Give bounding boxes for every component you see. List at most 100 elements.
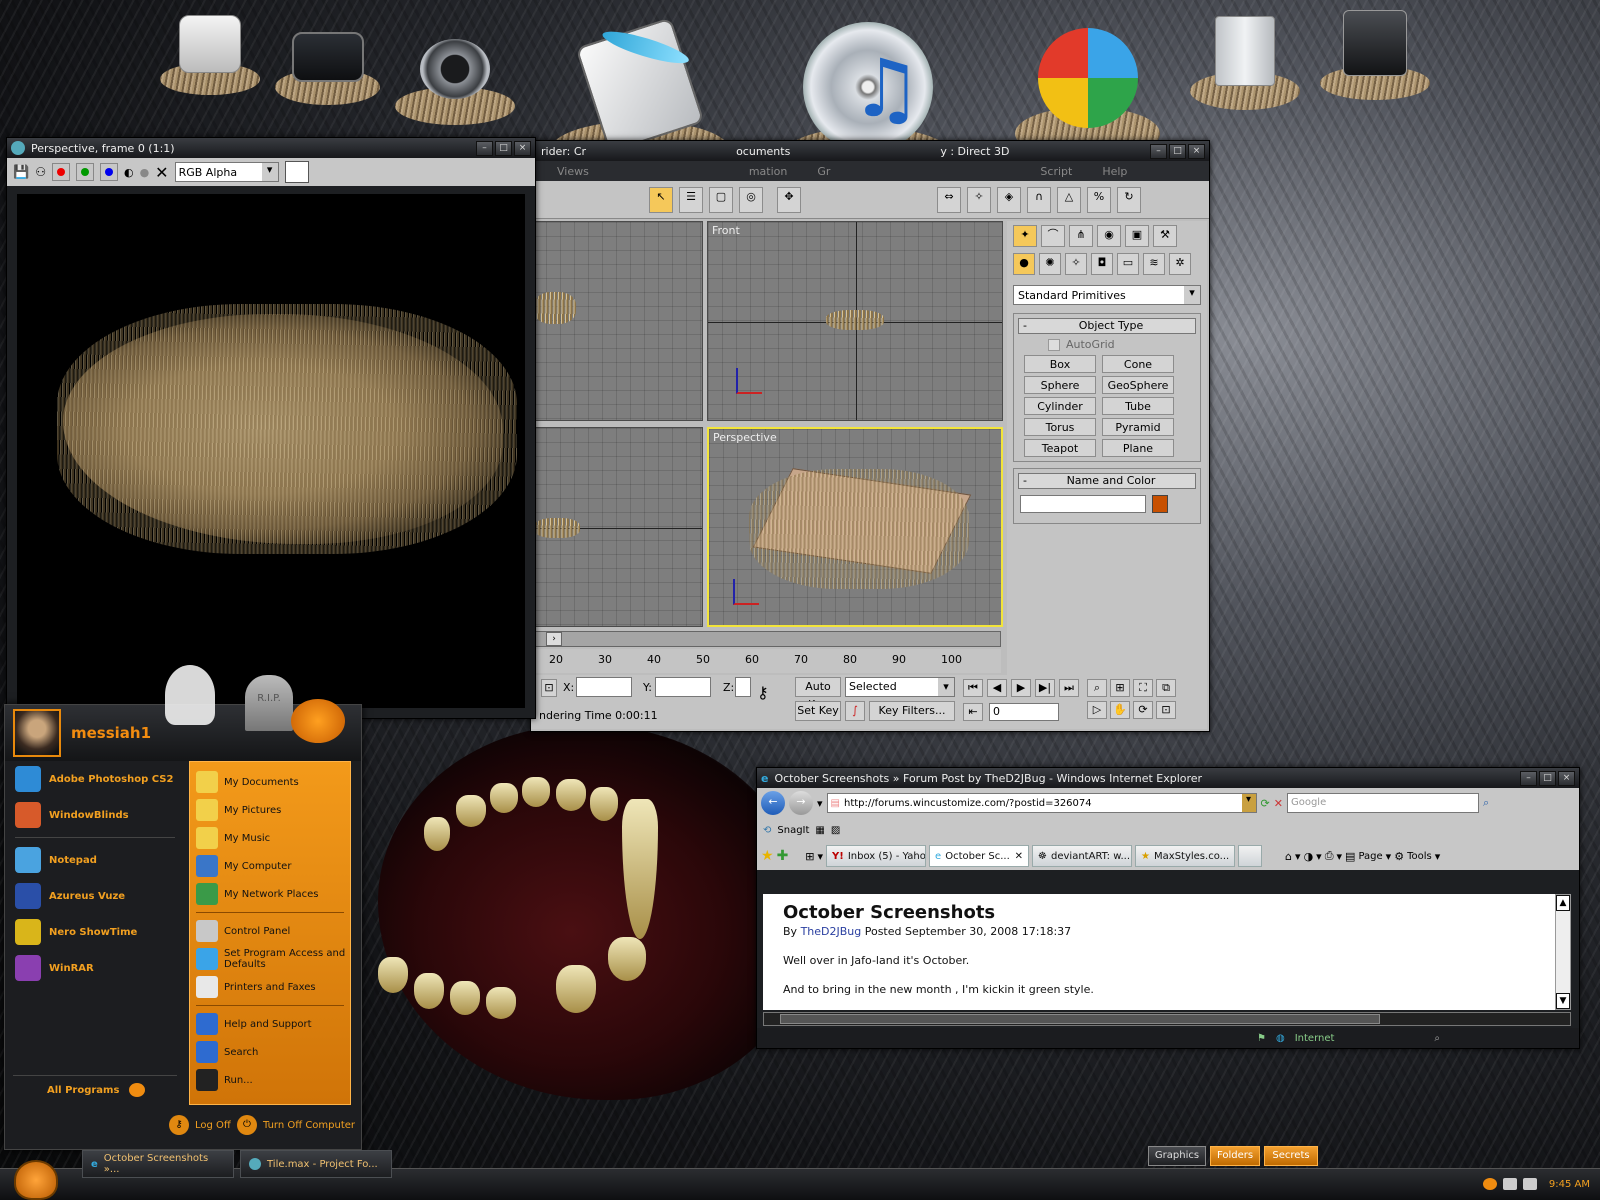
menu-views[interactable]: Views (557, 165, 589, 178)
helpers-icon[interactable]: ▭ (1117, 253, 1139, 275)
chevron-down-icon[interactable]: ▾ (1184, 286, 1200, 304)
start-item-winrar[interactable]: WinRAR (5, 950, 185, 986)
material-editor-icon[interactable]: ◈ (997, 186, 1021, 213)
taskbar-button-ie[interactable]: e October Screenshots »... (82, 1150, 234, 1178)
tools-menu[interactable]: Tools (1407, 851, 1432, 862)
start-right-control-panel[interactable]: Control Panel (190, 917, 350, 945)
primitive-box-button[interactable]: Box (1024, 355, 1096, 373)
percent-snap-icon[interactable]: % (1087, 186, 1111, 213)
ie-titlebar[interactable]: e October Screenshots » Forum Post by Th… (757, 768, 1579, 788)
dock-monitor-icon[interactable] (275, 10, 380, 105)
zoom-all-icon[interactable]: ⊞ (1110, 679, 1130, 697)
maximize-button[interactable]: □ (495, 140, 512, 156)
modify-tab-icon[interactable]: ⌒ (1041, 225, 1065, 247)
all-programs-button[interactable]: All Programs (47, 1083, 146, 1097)
snagit-icon[interactable]: ⟲ (763, 825, 771, 836)
primitive-tube-button[interactable]: Tube (1102, 397, 1174, 415)
time-slider-arrow[interactable]: › (546, 632, 562, 646)
maximize-button[interactable]: □ (1169, 143, 1186, 159)
close-button[interactable]: × (514, 140, 531, 156)
x-coord-input[interactable] (576, 677, 632, 697)
geometry-icon[interactable]: ● (1013, 253, 1035, 275)
lights-icon[interactable]: ✧ (1065, 253, 1087, 275)
object-type-header[interactable]: - Object Type (1018, 318, 1196, 334)
select-by-name-icon[interactable]: ☰ (679, 186, 703, 213)
max-titlebar[interactable]: rider: Cr ocuments y : Direct 3D – □ × (531, 141, 1209, 161)
primitive-cylinder-button[interactable]: Cylinder (1024, 397, 1096, 415)
pan-icon[interactable]: ✋ (1110, 701, 1130, 719)
chevron-down-icon[interactable]: ▾ (1241, 794, 1256, 812)
z-coord-input[interactable] (735, 677, 751, 697)
page-menu[interactable]: Page (1358, 851, 1382, 862)
chevron-down-icon[interactable]: ▾ (1337, 850, 1343, 863)
chevron-down-icon[interactable]: ▾ (1295, 850, 1301, 863)
viewport-left[interactable] (531, 427, 703, 627)
author-link[interactable]: TheD2JBug (801, 925, 862, 938)
start-right-run-[interactable]: Run... (190, 1066, 350, 1094)
minimize-button[interactable]: – (1150, 143, 1167, 159)
chevron-down-icon[interactable]: ▾ (817, 797, 823, 810)
stop-icon[interactable]: ✕ (1274, 797, 1283, 810)
display-tab-icon[interactable]: ▣ (1125, 225, 1149, 247)
search-icon[interactable]: ⌕ (1483, 796, 1489, 810)
close-button[interactable]: × (1558, 770, 1575, 786)
start-right-help-and-support[interactable]: Help and Support (190, 1010, 350, 1038)
primitive-geosphere-button[interactable]: GeoSphere (1102, 376, 1174, 394)
chevron-down-icon[interactable]: ▾ (1386, 850, 1392, 863)
menu-help[interactable]: Help (1102, 165, 1127, 178)
start-right-my-documents[interactable]: My Documents (190, 768, 350, 796)
menu-graph[interactable]: Gr (817, 165, 830, 178)
start-right-search[interactable]: Search (190, 1038, 350, 1066)
channel-dropdown[interactable]: RGB Alpha ▾ (174, 162, 279, 182)
start-right-set-program-access-and-defaults[interactable]: Set Program Access and Defaults (190, 945, 350, 973)
orbit-icon[interactable]: ⟳ (1133, 701, 1153, 719)
viewport-perspective[interactable]: Perspective (707, 427, 1003, 627)
minimize-button[interactable]: – (476, 140, 493, 156)
start-item-adobe-photoshop-cs2[interactable]: Adobe Photoshop CS2 (5, 761, 185, 797)
tab-yahoo[interactable]: Y!Inbox (5) - Yaho... (826, 845, 927, 867)
snagit-capture-icon[interactable]: ▦ (815, 825, 824, 836)
mono-channel-icon[interactable]: ◐ (124, 166, 134, 179)
chevron-down-icon[interactable]: ▾ (1435, 850, 1441, 863)
hierarchy-tab-icon[interactable]: ⋔ (1069, 225, 1093, 247)
snap-3d-icon[interactable]: ∩ (1027, 186, 1051, 213)
field-of-view-icon[interactable]: ▷ (1087, 701, 1107, 719)
angle-snap-icon[interactable]: △ (1057, 186, 1081, 213)
primitive-pyramid-button[interactable]: Pyramid (1102, 418, 1174, 436)
lock-selection-icon[interactable]: ⊡ (541, 679, 557, 697)
object-color-swatch[interactable] (1152, 495, 1168, 513)
feeds-icon[interactable]: ◑ (1304, 850, 1314, 863)
tab-deviantart[interactable]: ☸ deviantART: w... (1032, 845, 1133, 867)
turn-off-button[interactable]: ⏻ Turn Off Computer (237, 1115, 355, 1135)
red-channel-icon[interactable] (51, 163, 70, 181)
favorites-star-icon[interactable]: ★ (761, 848, 774, 864)
goto-start-icon[interactable]: ⏮ (963, 679, 983, 697)
tab-maxstyles[interactable]: ★ MaxStyles.co... (1135, 845, 1236, 867)
create-tab-icon[interactable]: ✦ (1013, 225, 1037, 247)
move-tool-icon[interactable]: ✥ (777, 186, 801, 213)
clock[interactable]: 9:45 AM (1549, 1179, 1590, 1190)
start-right-my-computer[interactable]: My Computer (190, 852, 350, 880)
zoom-icon[interactable]: ⌕ (1087, 679, 1107, 697)
key-icon[interactable]: ⚷ (757, 683, 769, 702)
mirror-icon[interactable]: ⇔ (937, 186, 961, 213)
search-input[interactable]: Google (1286, 793, 1479, 813)
shapes-icon[interactable]: ✺ (1039, 253, 1061, 275)
curve-editor-icon[interactable]: ∫ (845, 701, 865, 721)
close-button[interactable]: × (1188, 143, 1205, 159)
menu-script[interactable]: Script (1040, 165, 1072, 178)
scroll-down-arrow[interactable]: ▼ (1556, 993, 1570, 1009)
chevron-down-icon[interactable]: ▾ (261, 163, 278, 181)
motion-tab-icon[interactable]: ◉ (1097, 225, 1121, 247)
secrets-button[interactable]: Secrets (1264, 1146, 1318, 1166)
ie-horizontal-scrollbar[interactable] (763, 1012, 1571, 1026)
maximize-button[interactable]: □ (1539, 770, 1556, 786)
start-item-azureus-vuze[interactable]: Azureus Vuze (5, 878, 185, 914)
scroll-thumb[interactable] (780, 1014, 1380, 1024)
alpha-channel-icon[interactable]: ● (140, 166, 150, 179)
next-frame-icon[interactable]: ▶| (1035, 679, 1055, 697)
render-titlebar[interactable]: Perspective, frame 0 (1:1) – □ × (7, 138, 535, 158)
key-filters-button[interactable]: Key Filters... (869, 701, 955, 721)
clone-icon[interactable]: ⚇ (35, 165, 46, 179)
region-select-icon[interactable]: ▢ (709, 186, 733, 213)
